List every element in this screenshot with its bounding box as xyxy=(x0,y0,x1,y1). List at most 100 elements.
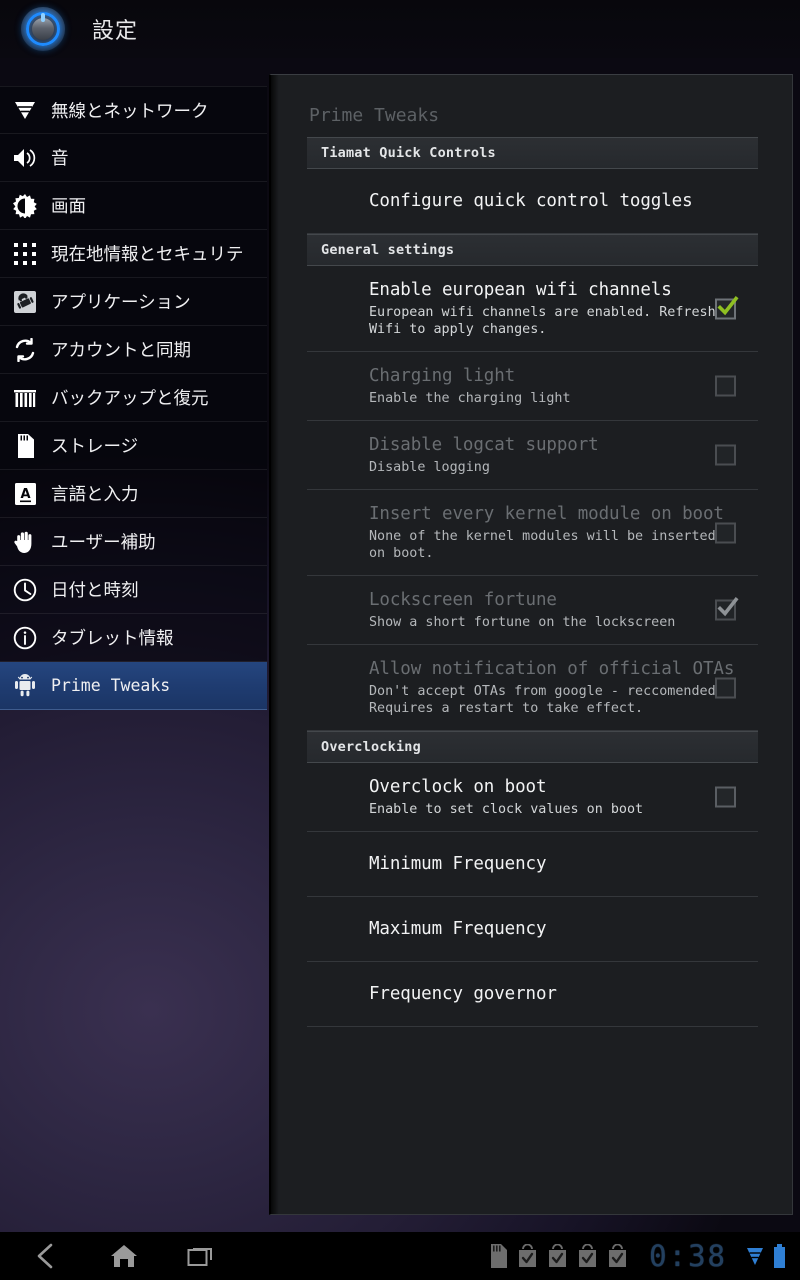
sidebar-item-6[interactable]: アカウントと同期 xyxy=(0,326,267,374)
preference-row[interactable]: Disable logcat support Disable logging xyxy=(307,421,758,490)
checkmark-icon xyxy=(717,596,739,617)
sidebar-item-7[interactable]: バックアップと復元 xyxy=(0,374,267,422)
display-brightness-icon xyxy=(10,191,40,221)
preference-checkbox[interactable] xyxy=(715,295,739,319)
svg-text:A: A xyxy=(20,487,30,502)
backup-restore-icon xyxy=(10,383,40,413)
preference-checkbox[interactable] xyxy=(715,677,736,698)
preference-text: Minimum Frequency xyxy=(369,853,758,876)
clock-text: 0:38 xyxy=(649,1238,727,1273)
preference-row[interactable]: Maximum Frequency xyxy=(307,897,758,962)
preference-text: Overclock on boot Enable to set clock val… xyxy=(369,776,758,818)
tablet-info-icon xyxy=(10,623,40,653)
download-bag-icon xyxy=(579,1244,597,1267)
preference-text: Configure quick control toggles xyxy=(369,190,758,213)
preference-row[interactable]: Overclock on boot Enable to set clock val… xyxy=(307,763,758,832)
preference-row[interactable]: Lockscreen fortune Show a short fortune o… xyxy=(307,576,758,645)
preference-row[interactable]: Charging light Enable the charging light xyxy=(307,352,758,421)
preference-panel: Prime Tweaks Tiamat Quick Controls Config… xyxy=(269,74,793,1215)
download-bag-icon xyxy=(519,1244,537,1267)
wireless-network-icon xyxy=(10,95,40,125)
sdcard-icon xyxy=(491,1244,508,1268)
sidebar-item-3[interactable]: 画面 xyxy=(0,182,267,230)
page-title: 設定 xyxy=(92,18,139,43)
tablet-screen: 設定 無線とネットワーク音画面現在地情報とセキュリテ アプリケーション アカウントと… xyxy=(0,0,800,1280)
preference-text: Maximum Frequency xyxy=(369,918,758,941)
preference-row[interactable]: Allow notification of official OTAs Don't… xyxy=(307,645,758,731)
sidebar-item-2[interactable]: 音 xyxy=(0,134,267,182)
sidebar-item-12[interactable]: タブレット情報 xyxy=(0,614,267,662)
date-time-clock-icon xyxy=(10,575,40,605)
sidebar-item-label: 音 xyxy=(51,148,69,168)
panel-title: Prime Tweaks xyxy=(309,105,440,126)
status-icons[interactable]: 0:38 xyxy=(488,1238,800,1273)
sidebar-item-11[interactable]: 日付と時刻 xyxy=(0,566,267,614)
preference-checkbox[interactable] xyxy=(715,786,736,808)
recent-apps-icon[interactable] xyxy=(184,1238,220,1274)
sidebar-item-13[interactable]: Prime Tweaks xyxy=(0,662,267,710)
preference-title: Frequency governor xyxy=(369,983,557,1004)
sidebar-item-label: ストレージ xyxy=(51,436,139,456)
sidebar-item-label: 画面 xyxy=(51,196,86,216)
sidebar-item-9[interactable]: A 言語と入力 xyxy=(0,470,267,518)
preference-summary: Enable the charging light xyxy=(369,391,571,406)
preference-summary: Enable to set clock values on boot xyxy=(369,802,644,817)
preference-checkbox[interactable] xyxy=(715,375,736,397)
sidebar-item-10[interactable]: ユーザー補助 xyxy=(0,518,267,566)
sidebar-item-4[interactable]: 現在地情報とセキュリテ xyxy=(0,230,267,278)
home-icon[interactable] xyxy=(106,1238,142,1274)
sidebar-item-label: ユーザー補助 xyxy=(51,532,156,552)
settings-sidebar: 無線とネットワーク音画面現在地情報とセキュリテ アプリケーション アカウントと同期バ… xyxy=(0,58,267,1232)
preference-row[interactable]: Minimum Frequency xyxy=(307,832,758,897)
preference-checkbox[interactable] xyxy=(715,596,739,621)
preference-title: Disable logcat support xyxy=(369,435,599,455)
title-bar: 設定 xyxy=(0,0,800,58)
sidebar-item-label: Prime Tweaks xyxy=(51,676,171,695)
preference-row[interactable]: Insert every kernel module on boot None o… xyxy=(307,490,758,576)
preference-title: Overclock on boot xyxy=(369,777,547,797)
preference-row[interactable]: Configure quick control toggles xyxy=(307,169,758,234)
sidebar-item-label: 無線とネットワーク xyxy=(51,100,209,121)
section-header: Tiamat Quick Controls xyxy=(307,137,758,169)
preference-text: Allow notification of official OTAs Don't… xyxy=(369,658,758,717)
status-clock[interactable]: 0:38 xyxy=(649,1238,727,1273)
preference-text: Frequency governor xyxy=(369,983,758,1006)
storage-sdcard-icon xyxy=(10,431,40,461)
download-bag-icon xyxy=(549,1244,567,1267)
preference-list: Tiamat Quick Controls Configure quick con… xyxy=(271,137,792,1027)
accounts-sync-icon xyxy=(10,335,40,365)
preference-text: Disable logcat support Disable logging xyxy=(369,434,758,476)
preference-row[interactable]: Enable european wifi channels European wi… xyxy=(307,266,758,352)
back-icon[interactable] xyxy=(28,1238,64,1274)
preference-title: Charging light xyxy=(369,366,516,386)
preference-title: Minimum Frequency xyxy=(369,853,547,874)
accessibility-hand-icon xyxy=(10,527,40,557)
sidebar-item-label: アプリケーション xyxy=(51,292,191,312)
sidebar-item-8[interactable]: ストレージ xyxy=(0,422,267,470)
download-bag-icon xyxy=(609,1244,627,1267)
sidebar-item-label: 日付と時刻 xyxy=(51,580,139,600)
checkmark-icon xyxy=(717,295,739,315)
preference-summary: Disable logging xyxy=(369,460,490,475)
preference-row[interactable]: Frequency governor xyxy=(307,962,758,1027)
sidebar-item-label: アカウントと同期 xyxy=(51,340,191,360)
sidebar-item-5[interactable]: アプリケーション xyxy=(0,278,267,326)
language-input-icon: A xyxy=(10,479,40,509)
location-security-icon xyxy=(10,239,40,269)
nav-buttons xyxy=(0,1238,220,1274)
preference-title: Insert every kernel module on boot xyxy=(369,504,724,524)
preference-summary: None of the kernel modules will be inser… xyxy=(369,529,716,561)
sidebar-item-1[interactable]: 無線とネットワーク xyxy=(0,86,267,134)
sidebar-item-label: 現在地情報とセキュリテ xyxy=(51,244,244,264)
sound-speaker-icon xyxy=(10,143,40,173)
applications-icon xyxy=(10,287,40,317)
preference-summary: European wifi channels are enabled. Refr… xyxy=(369,305,716,337)
system-navigation-bar: 0:38 xyxy=(0,1232,800,1280)
preference-title: Lockscreen fortune xyxy=(369,590,557,610)
preference-text: Lockscreen fortune Show a short fortune o… xyxy=(369,589,758,631)
battery-icon xyxy=(774,1244,785,1268)
preference-checkbox[interactable] xyxy=(715,522,736,543)
preference-title: Allow notification of official OTAs xyxy=(369,659,735,679)
sidebar-item-label: タブレット情報 xyxy=(51,628,174,648)
preference-checkbox[interactable] xyxy=(715,444,736,466)
